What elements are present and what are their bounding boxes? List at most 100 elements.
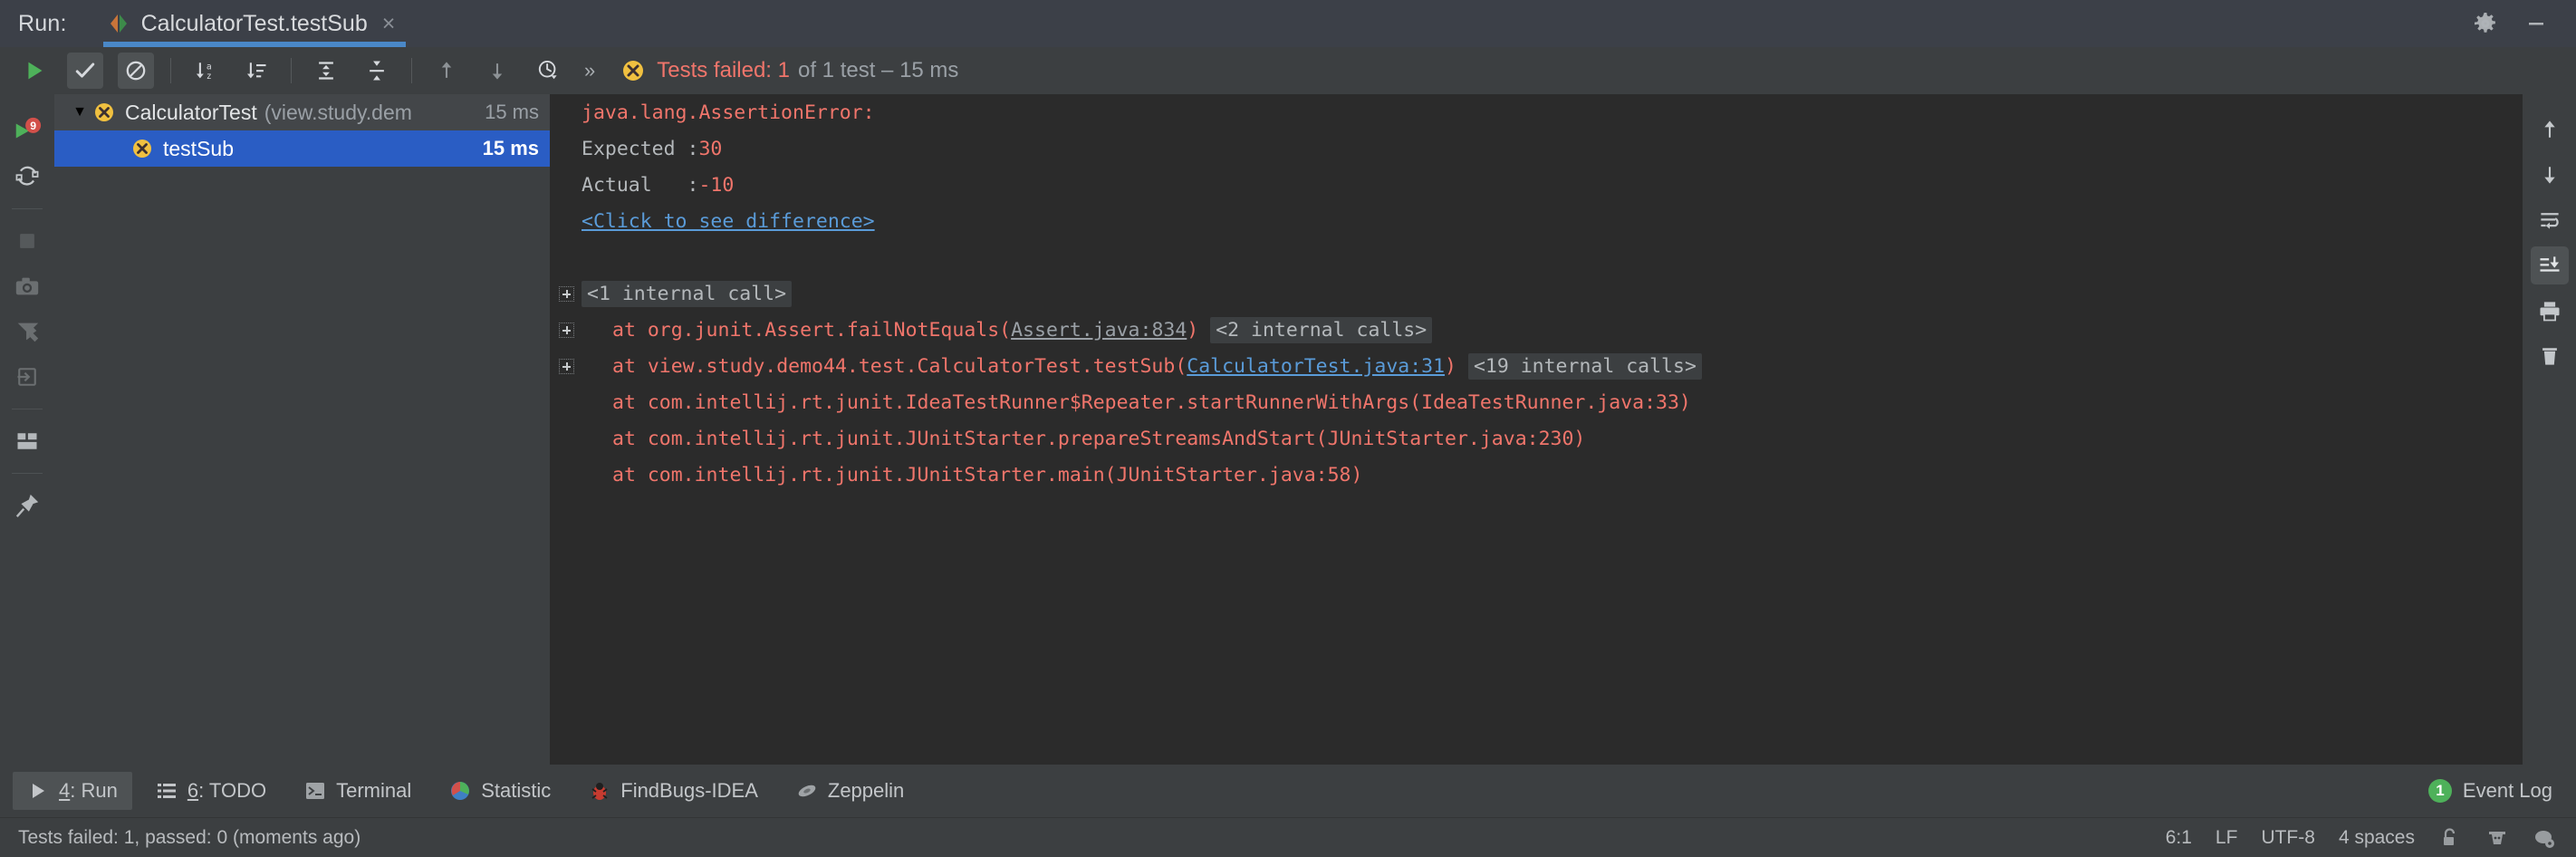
tab-zeppelin[interactable]: Zeppelin: [782, 772, 918, 810]
test-results-tree[interactable]: ▼ CalculatorTest (view.study.dem 15 ms t…: [54, 94, 551, 765]
terminal-icon: [304, 780, 326, 802]
chevron-down-icon[interactable]: ▼: [67, 104, 92, 120]
console-line-text: <Click to see difference>: [582, 210, 875, 233]
svg-text:a: a: [207, 62, 212, 72]
console-text: at view.study.demo44.test.CalculatorTest…: [612, 354, 1187, 378]
camera-icon[interactable]: [7, 264, 47, 309]
tab-run[interactable]: 4: Run: [13, 772, 132, 810]
previous-failed-button[interactable]: [428, 53, 465, 89]
source-link[interactable]: Assert.java:834: [1011, 319, 1187, 342]
tab-label: FindBugs-IDEA: [620, 779, 758, 802]
show-passed-toggle[interactable]: [67, 53, 103, 89]
titlebar-actions: [2473, 0, 2576, 47]
status-bar: Tests failed: 1, passed: 0 (moments ago)…: [0, 817, 2576, 857]
internal-calls-fold[interactable]: <1 internal call>: [582, 280, 793, 307]
rerun-failed-tests-button[interactable]: [7, 154, 47, 199]
console-line: at org.junit.Assert.failNotEquals(Assert…: [551, 312, 2522, 348]
run-configuration-tab[interactable]: CalculatorTest.testSub ×: [102, 0, 407, 47]
next-failed-button[interactable]: [479, 53, 515, 89]
test-history-button[interactable]: [530, 53, 566, 89]
test-failed-icon: [620, 58, 646, 83]
help-settings-icon[interactable]: [2533, 826, 2556, 850]
tab-todo[interactable]: 6: TODO: [141, 772, 281, 810]
tab-label: Terminal: [336, 779, 412, 802]
expand-all-button[interactable]: [308, 53, 344, 89]
sort-by-duration-button[interactable]: [238, 53, 274, 89]
internal-calls-fold[interactable]: <19 internal calls>: [1467, 352, 1702, 380]
collapse-all-button[interactable]: [359, 53, 395, 89]
statistic-icon: [449, 780, 471, 802]
test-failed-icon: [92, 101, 116, 124]
tests-summary-text: of 1 test – 15 ms: [798, 58, 959, 82]
console-text: ): [1187, 318, 1199, 342]
line-separator[interactable]: LF: [2216, 827, 2238, 849]
tree-row-test-sub[interactable]: testSub 15 ms: [54, 130, 550, 167]
console-text: ): [1445, 354, 1456, 378]
show-ignored-toggle[interactable]: [118, 53, 154, 89]
plus-icon[interactable]: [558, 358, 574, 374]
tab-label: 4: Run: [59, 779, 118, 803]
fold-expander[interactable]: [551, 322, 582, 338]
console-text: at com.intellij.rt.junit.JUnitStarter.ma…: [612, 463, 1363, 486]
source-link[interactable]: <Click to see difference>: [582, 210, 875, 233]
tab-findbugs[interactable]: FindBugs-IDEA: [574, 772, 773, 810]
fold-expander[interactable]: [551, 358, 582, 374]
console-line: at view.study.demo44.test.CalculatorTest…: [551, 348, 2522, 384]
event-log-badge: 1: [2427, 779, 2452, 803]
rerun-tests-button[interactable]: 9: [7, 109, 47, 154]
console-line: <Click to see difference>: [551, 203, 2522, 239]
indent-setting[interactable]: 4 spaces: [2339, 827, 2415, 849]
svg-text:9: 9: [30, 120, 36, 132]
hector-icon[interactable]: [2485, 826, 2509, 850]
console-text: Actual :: [582, 173, 699, 197]
source-link[interactable]: CalculatorTest.java:31: [1187, 355, 1445, 378]
console-line: at com.intellij.rt.junit.IdeaTestRunner$…: [551, 384, 2522, 420]
console-text: at com.intellij.rt.junit.IdeaTestRunner$…: [612, 390, 1691, 414]
console-line-text: java.lang.AssertionError:: [582, 101, 875, 124]
rerun-button[interactable]: [16, 53, 53, 89]
sort-alphabetically-button[interactable]: a z: [187, 53, 224, 89]
tree-row-calculator-test[interactable]: ▼ CalculatorTest (view.study.dem 15 ms: [54, 94, 550, 130]
soft-wrap-button[interactable]: [2530, 197, 2570, 243]
scroll-up-button[interactable]: [2530, 107, 2570, 152]
pin-icon[interactable]: [7, 483, 47, 528]
print-button[interactable]: [2530, 288, 2570, 333]
import-icon[interactable]: [7, 354, 47, 400]
console-line-text: <1 internal call>: [582, 280, 793, 307]
more-actions-icon[interactable]: »: [584, 59, 595, 82]
test-runner-toolbar: a z » Tests failed: 1 of 1 test – 15 ms: [0, 47, 2576, 94]
status-bar-right: 6:1 LF UTF-8 4 spaces: [2166, 826, 2556, 850]
layout-icon[interactable]: [7, 419, 47, 464]
internal-calls-fold[interactable]: <2 internal calls>: [1210, 316, 1433, 343]
console-actions-rail: [2522, 94, 2576, 765]
scroll-down-button[interactable]: [2530, 152, 2570, 197]
test-output-console[interactable]: java.lang.AssertionError: Expected :30 Act…: [551, 94, 2522, 765]
tests-failed-text: Tests failed: 1: [657, 58, 790, 82]
minimize-icon[interactable]: [2523, 11, 2549, 36]
play-icon: [27, 780, 49, 802]
fold-expander[interactable]: [551, 285, 582, 302]
tab-statistic[interactable]: Statistic: [435, 772, 565, 810]
console-line: Expected :30: [551, 130, 2522, 167]
console-text: 30: [698, 137, 723, 160]
console-line: at com.intellij.rt.junit.JUnitStarter.pr…: [551, 420, 2522, 457]
console-line: Actual :-10: [551, 167, 2522, 203]
file-encoding[interactable]: UTF-8: [2261, 827, 2315, 849]
stop-button[interactable]: [7, 218, 47, 264]
unlocked-icon[interactable]: [2438, 826, 2462, 850]
tab-terminal[interactable]: Terminal: [290, 772, 426, 810]
plus-icon[interactable]: [558, 322, 574, 338]
gear-icon[interactable]: [2473, 11, 2498, 36]
caret-position[interactable]: 6:1: [2166, 827, 2192, 849]
plus-icon[interactable]: [558, 285, 574, 302]
clear-all-button[interactable]: [2530, 333, 2570, 379]
console-line: <1 internal call>: [551, 275, 2522, 312]
rail-divider: [12, 208, 43, 209]
filter-icon[interactable]: [7, 309, 47, 354]
event-log-button[interactable]: 1 Event Log: [2427, 765, 2552, 817]
console-line-text: at com.intellij.rt.junit.JUnitStarter.pr…: [582, 428, 1585, 450]
close-icon[interactable]: ×: [382, 12, 396, 35]
scroll-to-end-button[interactable]: [2530, 243, 2570, 288]
